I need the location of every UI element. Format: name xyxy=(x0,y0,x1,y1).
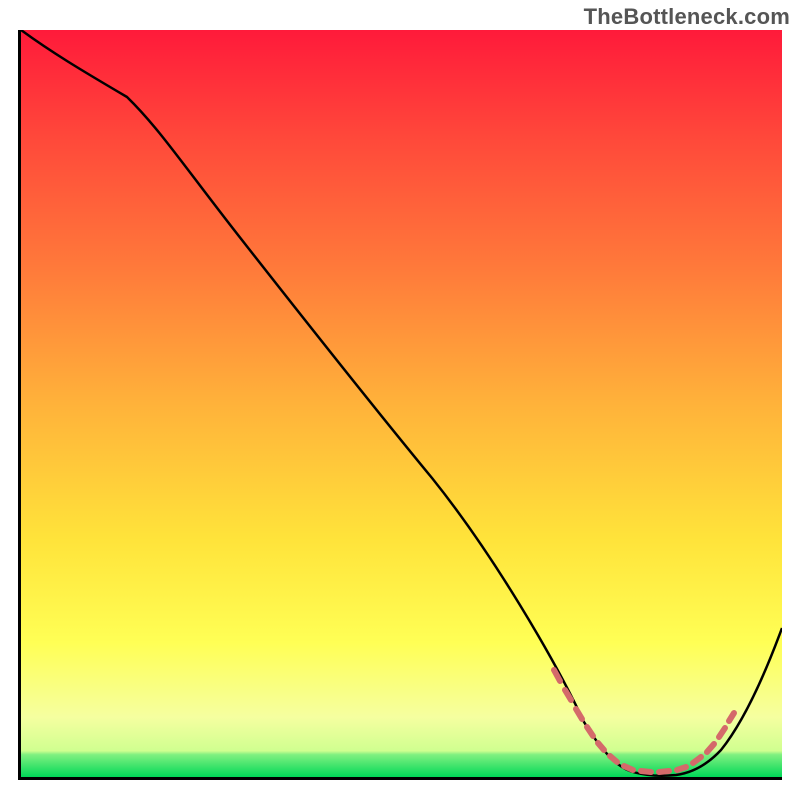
chart-svg xyxy=(21,30,782,777)
attribution-text: TheBottleneck.com xyxy=(584,4,790,30)
chart-container: TheBottleneck.com xyxy=(0,0,800,800)
gradient-background xyxy=(21,30,782,777)
plot-area xyxy=(18,30,782,780)
